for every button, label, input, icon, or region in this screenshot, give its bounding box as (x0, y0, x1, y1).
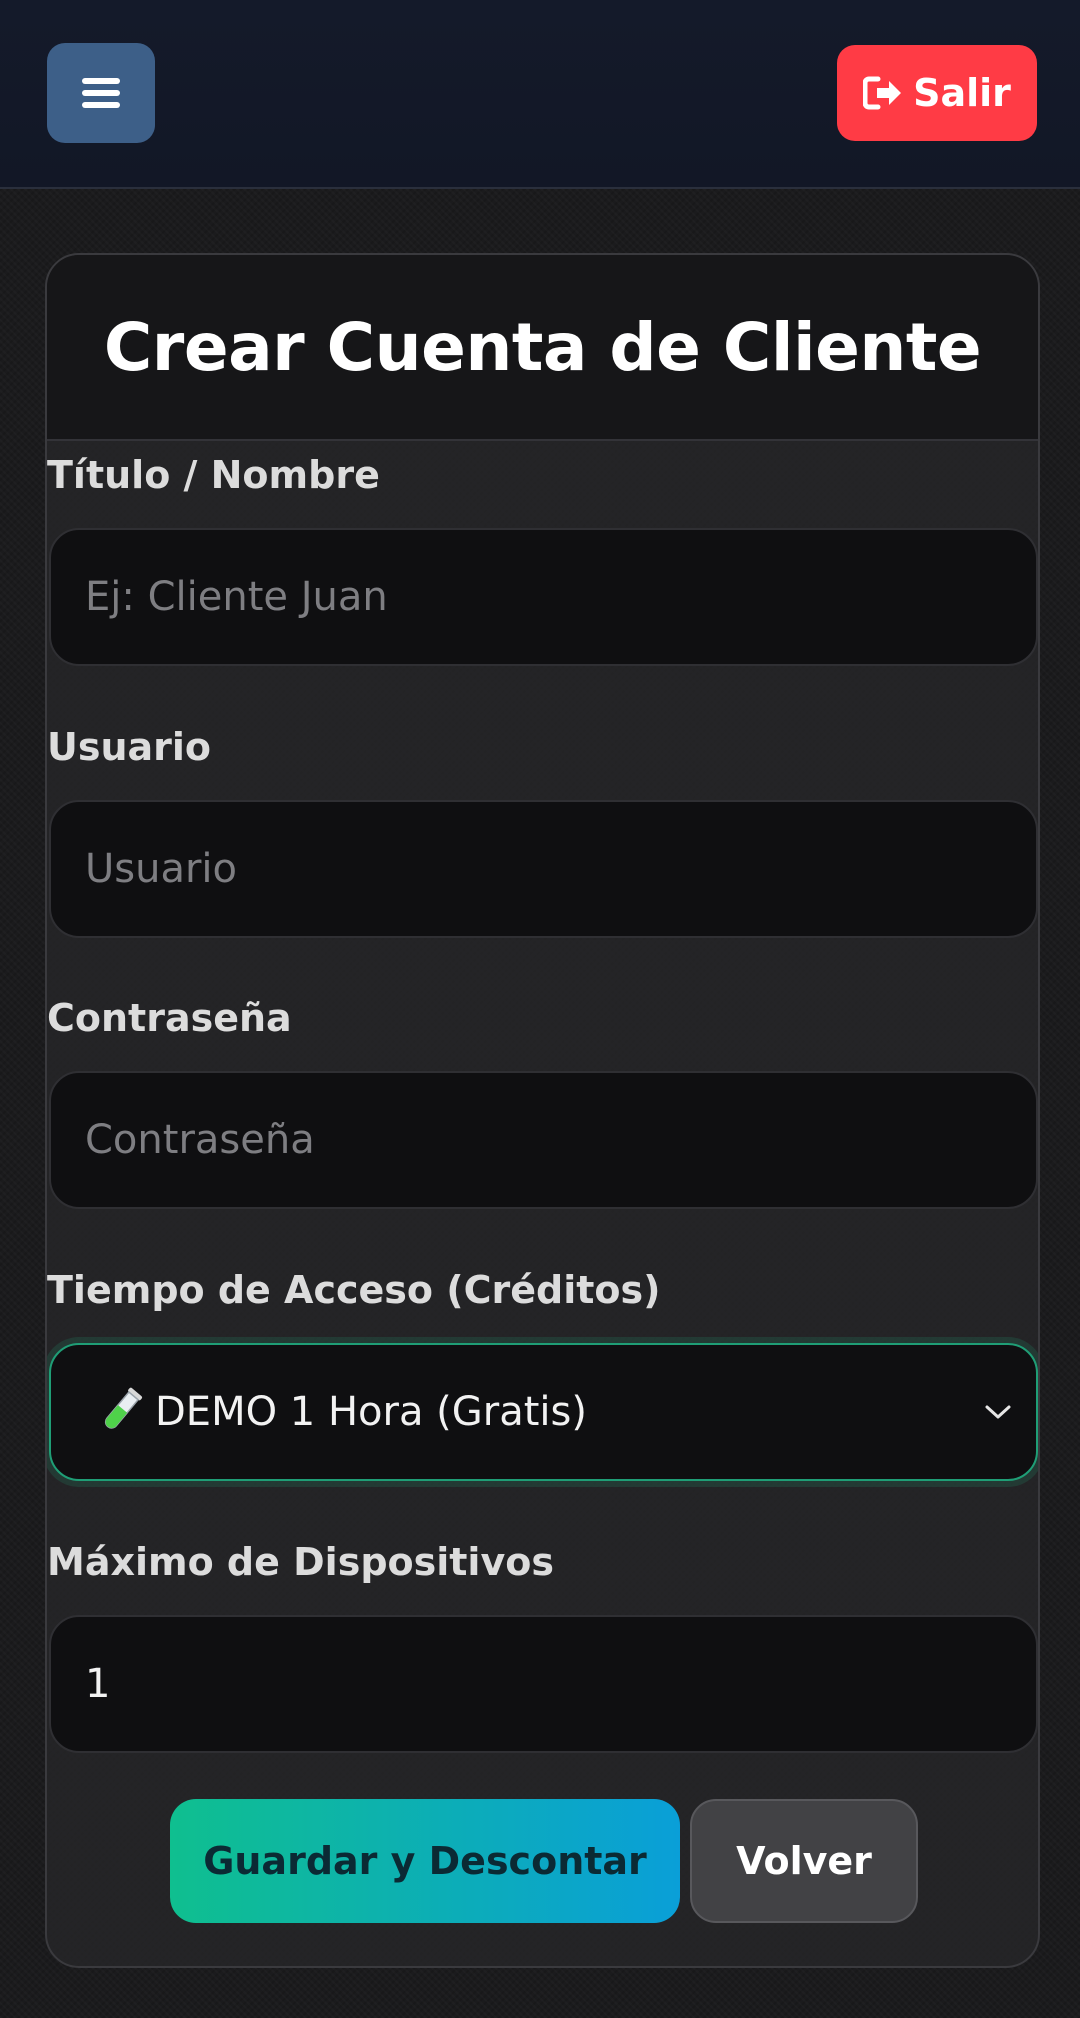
hamburger-menu-icon (82, 78, 120, 108)
access-time-value: DEMO 1 Hora (Gratis) (155, 1389, 587, 1435)
form-header: Crear Cuenta de Cliente (47, 255, 1038, 441)
username-label: Usuario (47, 725, 212, 769)
sign-out-icon (863, 76, 902, 110)
name-placeholder: Ej: Cliente Juan (85, 574, 388, 620)
username-input[interactable]: Usuario (49, 800, 1038, 938)
logout-label: Salir (913, 71, 1011, 115)
password-placeholder: Contraseña (85, 1117, 315, 1163)
username-placeholder: Usuario (85, 846, 238, 892)
max-devices-input[interactable]: 1 (49, 1615, 1038, 1753)
back-button[interactable]: Volver (690, 1799, 918, 1923)
page-title: Crear Cuenta de Cliente (103, 308, 982, 386)
test-tube-icon (104, 1387, 143, 1429)
max-devices-label: Máximo de Dispositivos (47, 1540, 554, 1584)
create-client-form-card: Crear Cuenta de Cliente Título / Nombre … (45, 253, 1040, 1968)
access-time-label: Tiempo de Acceso (Créditos) (47, 1268, 661, 1312)
max-devices-value: 1 (85, 1661, 111, 1707)
name-label: Título / Nombre (47, 453, 380, 497)
logout-button[interactable]: Salir (837, 45, 1037, 141)
top-navbar: Salir (0, 0, 1080, 189)
save-and-deduct-button[interactable]: Guardar y Descontar (170, 1799, 680, 1923)
name-input[interactable]: Ej: Cliente Juan (49, 528, 1038, 666)
chevron-down-icon (985, 1405, 1011, 1419)
access-time-select[interactable]: DEMO 1 Hora (Gratis) (49, 1343, 1038, 1481)
menu-button[interactable] (47, 43, 155, 143)
password-input[interactable]: Contraseña (49, 1071, 1038, 1209)
access-time-selected: DEMO 1 Hora (Gratis) (95, 1384, 587, 1440)
password-label: Contraseña (47, 996, 292, 1040)
